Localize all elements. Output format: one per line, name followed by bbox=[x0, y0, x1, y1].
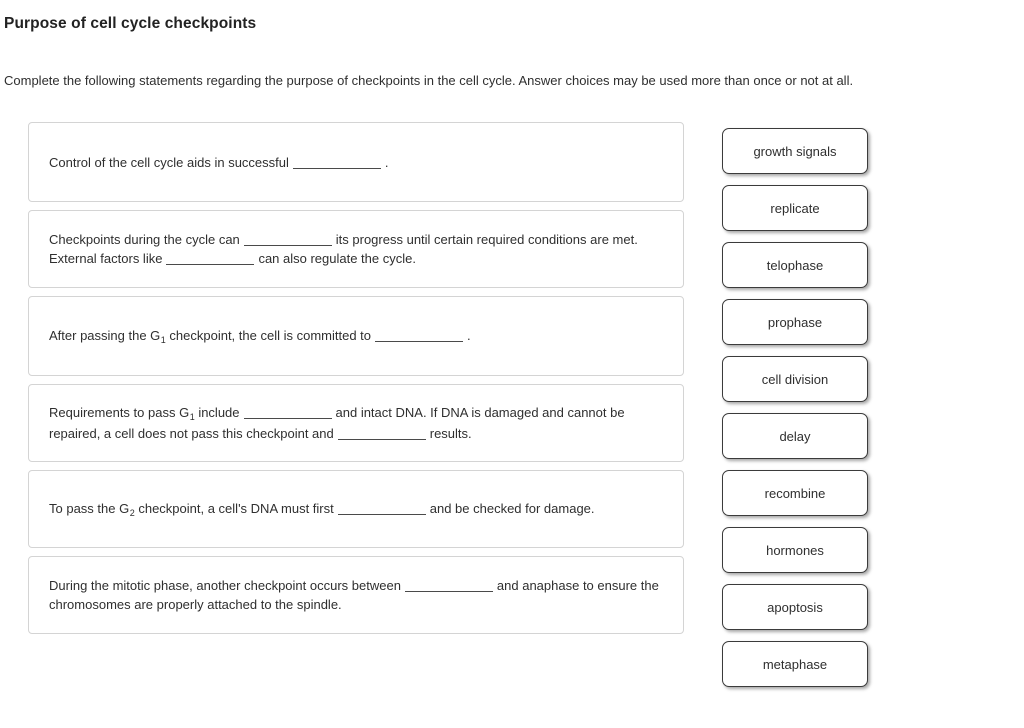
choice-prophase[interactable]: prophase bbox=[722, 299, 868, 345]
statement-box[interactable]: After passing the G1 checkpoint, the cel… bbox=[28, 296, 684, 376]
page-title: Purpose of cell cycle checkpoints bbox=[4, 15, 257, 32]
statement-fragment: Control of the cell cycle aids in succes… bbox=[49, 154, 289, 170]
statement-box[interactable]: Control of the cell cycle aids in succes… bbox=[28, 122, 684, 202]
choice-label: delay bbox=[779, 428, 811, 444]
statement-fragment: . bbox=[384, 154, 389, 170]
subscript: 2 bbox=[129, 507, 135, 518]
answer-blank[interactable] bbox=[337, 513, 426, 515]
statement-text: During the mitotic phase, another checkp… bbox=[49, 576, 663, 614]
statement-fragment: and be checked for damage. bbox=[429, 500, 595, 516]
choice-label: replicate bbox=[770, 200, 820, 216]
statement-fragment: Requirements to pass G bbox=[49, 405, 190, 420]
answer-blank[interactable] bbox=[243, 418, 332, 419]
choice-telophase[interactable]: telophase bbox=[722, 242, 868, 288]
choice-metaphase[interactable]: metaphase bbox=[722, 641, 868, 687]
answer-blank[interactable] bbox=[292, 167, 381, 169]
statement-text: After passing the G1 checkpoint, the cel… bbox=[49, 326, 471, 347]
choice-label: telophase bbox=[766, 257, 824, 273]
statement-text: Checkpoints during the cycle can its prog… bbox=[49, 230, 663, 268]
choice-hormones[interactable]: hormones bbox=[722, 527, 868, 573]
choice-label: apoptosis bbox=[767, 599, 823, 615]
answer-blank[interactable] bbox=[166, 264, 255, 265]
exercise-page: Purpose of cell cycle checkpoints Comple… bbox=[0, 0, 1024, 728]
statement-fragment: checkpoint, the cell is committed to bbox=[165, 327, 371, 343]
statement-box[interactable]: To pass the G2 checkpoint, a cell's DNA … bbox=[28, 470, 684, 548]
choice-recombine[interactable]: recombine bbox=[722, 470, 868, 516]
answer-blank[interactable] bbox=[337, 439, 426, 440]
subscript: 1 bbox=[160, 334, 166, 345]
statement-fragment: After passing the G bbox=[49, 327, 161, 343]
choice-replicate[interactable]: replicate bbox=[722, 185, 868, 231]
choice-label: cell division bbox=[761, 371, 829, 387]
statement-fragment: checkpoint, a cell's DNA must first bbox=[134, 500, 334, 516]
choice-delay[interactable]: delay bbox=[722, 413, 868, 459]
answer-choice-list: growth signals replicate telophase prophase… bbox=[722, 128, 868, 698]
statement-text: To pass the G2 checkpoint, a cell's DNA … bbox=[49, 499, 595, 520]
choice-label: prophase bbox=[767, 314, 823, 330]
statement-text: Requirements to pass G1 include and intac… bbox=[49, 403, 663, 443]
instructions-text: Complete the following statements regard… bbox=[4, 73, 854, 88]
statement-box[interactable]: Requirements to pass G1 include and intac… bbox=[28, 384, 684, 462]
statement-fragment: can also regulate the cycle. bbox=[258, 251, 416, 266]
answer-blank[interactable] bbox=[243, 245, 332, 246]
choice-cell-division[interactable]: cell division bbox=[722, 356, 868, 402]
statement-fragment: . bbox=[467, 327, 471, 343]
statement-fragment: results. bbox=[429, 426, 472, 441]
choice-label: hormones bbox=[766, 542, 824, 558]
statement-box[interactable]: Checkpoints during the cycle can its prog… bbox=[28, 210, 684, 288]
statement-fragment: Checkpoints during the cycle can bbox=[49, 232, 240, 247]
statement-list: Control of the cell cycle aids in succes… bbox=[28, 122, 684, 642]
statement-box[interactable]: During the mitotic phase, another checkp… bbox=[28, 556, 684, 634]
choice-label: recombine bbox=[764, 485, 826, 501]
statement-fragment: To pass the G bbox=[49, 500, 130, 516]
choice-apoptosis[interactable]: apoptosis bbox=[722, 584, 868, 630]
answer-blank[interactable] bbox=[404, 591, 493, 592]
subscript: 1 bbox=[189, 412, 195, 422]
answer-blank[interactable] bbox=[375, 340, 463, 342]
choice-label: growth signals bbox=[753, 143, 837, 159]
choice-growth-signals[interactable]: growth signals bbox=[722, 128, 868, 174]
statement-text: Control of the cell cycle aids in succes… bbox=[49, 153, 389, 172]
statement-fragment: include bbox=[194, 405, 240, 420]
choice-label: metaphase bbox=[762, 656, 828, 672]
statement-fragment: During the mitotic phase, another checkp… bbox=[49, 578, 401, 593]
